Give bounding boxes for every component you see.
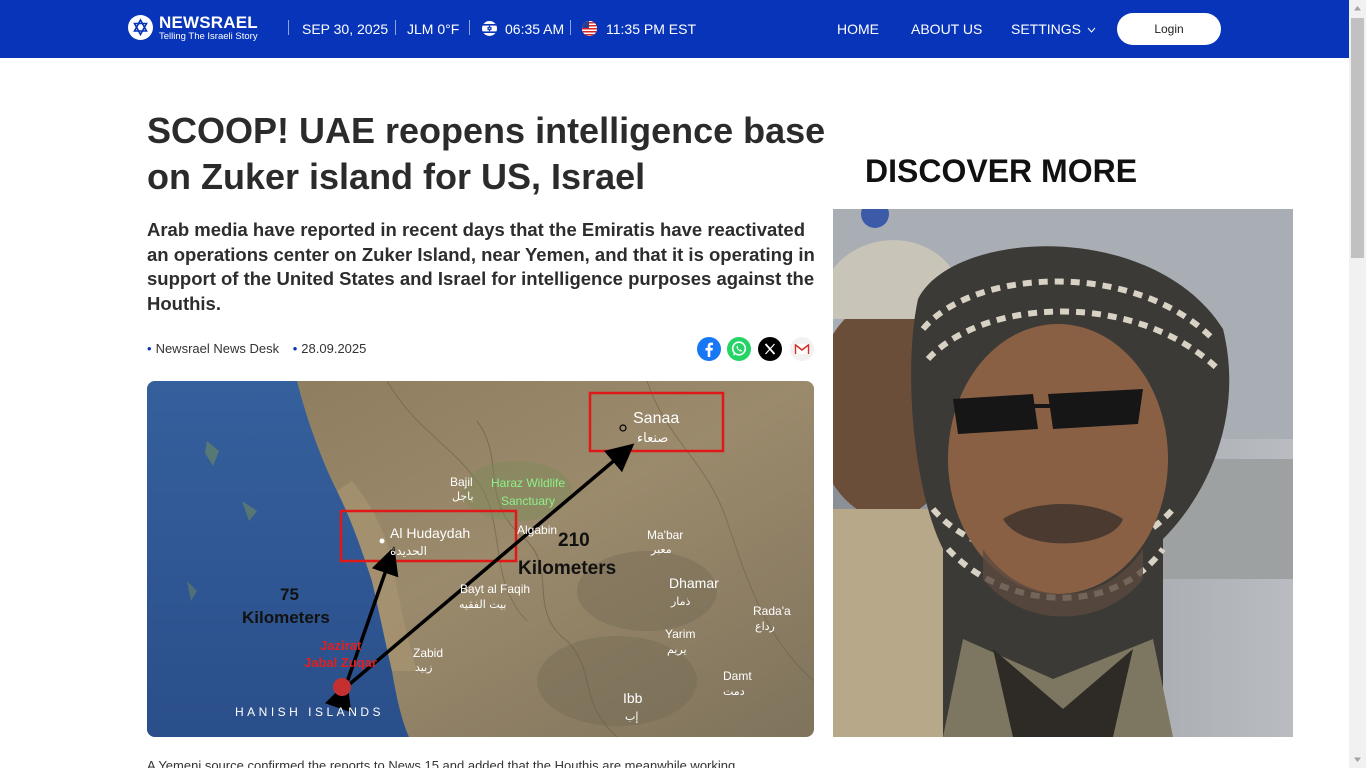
map-graphic: Sanaa صنعاء Al Hudaydah الحديدة Bajil با… [147, 381, 814, 737]
discover-more-heading: DISCOVER MORE [865, 153, 1138, 189]
scroll-up-arrow-icon[interactable] [1349, 0, 1366, 17]
chevron-down-icon [1087, 27, 1096, 34]
map-label-hudaydah: Al Hudaydah [390, 525, 470, 541]
map-label-yarim-ar: يريم [667, 643, 687, 656]
us-flag-icon [582, 21, 597, 36]
scroll-down-arrow-icon[interactable] [1349, 751, 1366, 768]
promo-photo[interactable] [833, 209, 1293, 737]
scrollbar-thumb[interactable] [1351, 18, 1364, 258]
bullet-icon: • [292, 341, 298, 356]
page-scrollbar[interactable] [1349, 0, 1366, 768]
brand-tagline: Telling The Israeli Story [159, 31, 258, 42]
map-label-bayt-al-faqih-ar: بيت الفقيه [459, 598, 506, 611]
nav-about-us[interactable]: ABOUT US [911, 21, 982, 37]
gmail-icon[interactable] [790, 337, 814, 361]
map-distance-short-unit: Kilometers [242, 608, 330, 627]
article-date: 28.09.2025 [301, 341, 367, 356]
divider [570, 20, 571, 35]
article-body-start: A Yemeni source confirmed the reports to… [147, 758, 736, 768]
divider [469, 20, 470, 35]
map-distance-long-unit: Kilometers [518, 558, 616, 579]
map-label-hudaydah-ar: الحديدة [390, 544, 427, 558]
local-time: 06:35 AM [505, 21, 565, 37]
map-label-haraz: Haraz Wildlife [491, 476, 565, 490]
map-label-ibb-ar: إب [625, 710, 638, 723]
israel-flag-icon [482, 21, 497, 36]
map-distance-short-value: 75 [280, 585, 299, 604]
map-label-dhamar-ar: ذمار [670, 595, 691, 608]
article-author[interactable]: Newsrael News Desk [156, 341, 280, 356]
map-label-bajil-ar: باجل [452, 490, 474, 503]
login-button[interactable]: Login [1117, 13, 1221, 45]
page: NEWSRAEL Telling The Israeli Story SEP 3… [0, 0, 1366, 768]
weather-reading: JLM 0°F [407, 21, 460, 37]
map-label-mabar-ar: معبر [650, 543, 672, 556]
nav-settings-label: SETTINGS [1011, 21, 1082, 37]
map-label-dhamar: Dhamar [669, 575, 719, 591]
map-label-radaa: Rada'a [753, 604, 791, 618]
map-label-zabid-ar: زبيد [415, 661, 432, 674]
map-label-sanctuary: Sanctuary [501, 494, 555, 508]
logo-icon [128, 15, 153, 41]
top-bar: NEWSRAEL Telling The Israeli Story SEP 3… [0, 0, 1349, 58]
facebook-icon[interactable] [697, 337, 721, 361]
map-label-damt: Damt [723, 669, 752, 683]
bullet-icon: • [147, 341, 152, 356]
article-meta: • Newsrael News Desk • 28.09.2025 [147, 341, 366, 356]
us-time: 11:35 PM EST [606, 21, 697, 37]
whatsapp-icon[interactable] [727, 337, 751, 361]
map-label-ibb: Ibb [623, 690, 643, 706]
site-logo[interactable]: NEWSRAEL Telling The Israeli Story [128, 14, 258, 42]
map-label-yarim: Yarim [665, 627, 695, 641]
current-date: SEP 30, 2025 [302, 21, 389, 37]
photo-graphic [833, 209, 1293, 737]
map-label-bayt-al-faqih: Bayt al Faqih [460, 582, 530, 596]
map-label-zabid: Zabid [413, 646, 443, 660]
article-headline: SCOOP! UAE reopens intelligence base on … [147, 110, 826, 197]
map-label-radaa-ar: رداع [755, 620, 775, 633]
map-label-hanish-islands: HANISH ISLANDS [235, 705, 384, 719]
map-distance-long-value: 210 [558, 530, 590, 551]
divider [288, 20, 289, 35]
divider [395, 20, 396, 35]
map-label-algabin: Algabin [517, 523, 557, 537]
map-label-bajil: Bajil [450, 475, 473, 489]
map-label-jabal-zuqar: Jabal Zuqar [304, 655, 377, 670]
brand-name: NEWSRAEL [159, 13, 258, 32]
map-label-damt-ar: دمت [723, 685, 745, 698]
x-icon[interactable] [758, 337, 782, 361]
map-label-sanaa-ar: صنعاء [637, 431, 668, 446]
map-label-mabar: Ma'bar [647, 528, 683, 542]
map-label-jazirat: Jazirat [320, 638, 362, 653]
article-map-image[interactable]: Sanaa صنعاء Al Hudaydah الحديدة Bajil با… [147, 381, 814, 737]
article-lead: Arab media have reported in recent days … [147, 219, 815, 314]
map-label-sanaa: Sanaa [633, 410, 679, 427]
nav-home[interactable]: HOME [837, 21, 879, 37]
nav-settings[interactable]: SETTINGS [1011, 21, 1096, 37]
